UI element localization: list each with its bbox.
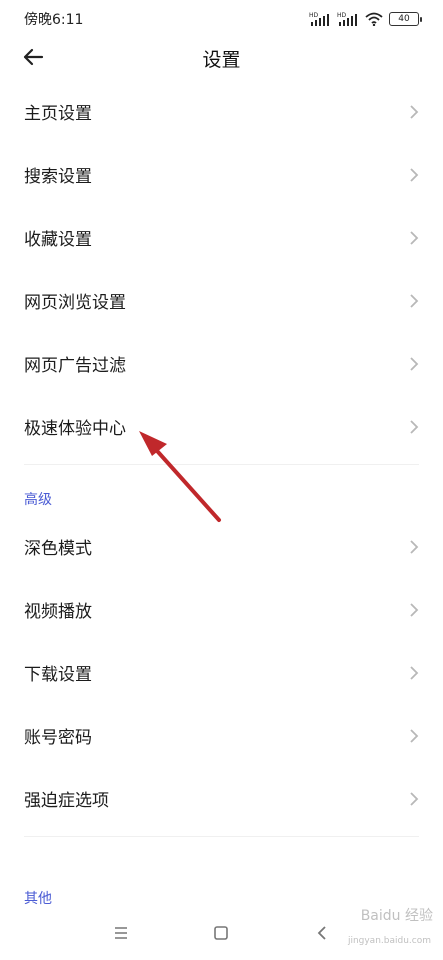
menu-button[interactable]	[111, 923, 131, 943]
chevron-right-icon	[407, 354, 421, 374]
settings-item-search[interactable]: 搜索设置	[0, 143, 443, 206]
top-bar: 设置	[0, 38, 443, 78]
home-icon	[214, 926, 228, 940]
settings-item-dark-mode[interactable]: 深色模式	[0, 515, 443, 578]
status-icons: HD HD 40	[309, 12, 422, 26]
chevron-right-icon	[407, 228, 421, 248]
chevron-right-icon	[407, 102, 421, 122]
section-divider	[24, 836, 419, 837]
settings-item-speed-center[interactable]: 极速体验中心	[0, 395, 443, 458]
chevron-right-icon	[407, 726, 421, 746]
home-button[interactable]	[211, 923, 231, 943]
settings-item-download[interactable]: 下载设置	[0, 641, 443, 704]
chevron-right-icon	[407, 537, 421, 557]
settings-item-passwords[interactable]: 账号密码	[0, 704, 443, 767]
item-label: 搜索设置	[24, 167, 92, 187]
settings-item-ocd-options[interactable]: 强迫症选项	[0, 767, 443, 830]
watermark-url: jingyan.baidu.com	[347, 936, 431, 946]
battery-icon: 40	[389, 12, 422, 26]
menu-icon	[115, 927, 127, 939]
item-label: 主页设置	[24, 104, 92, 124]
settings-item-video[interactable]: 视频播放	[0, 578, 443, 641]
item-label: 下载设置	[24, 665, 92, 685]
nav-back-button[interactable]	[312, 923, 332, 943]
item-label: 收藏设置	[24, 230, 92, 250]
section-label: 高级	[24, 492, 52, 508]
item-label: 深色模式	[24, 539, 92, 559]
signal-hd-label: HD	[309, 12, 319, 19]
back-icon	[317, 926, 326, 940]
item-label: 强迫症选项	[24, 791, 109, 811]
item-label: 视频播放	[24, 602, 92, 622]
signal-hd-label-2: HD	[337, 12, 347, 19]
settings-list: 主页设置 搜索设置 收藏设置 网页浏览设置 网页广告过滤 极速体验中心 高级 深…	[0, 80, 443, 837]
chevron-right-icon	[407, 789, 421, 809]
section-header-advanced: 高级	[0, 465, 443, 515]
settings-item-homepage[interactable]: 主页设置	[0, 80, 443, 143]
chevron-right-icon	[407, 291, 421, 311]
watermark: Baidu 经验	[360, 908, 433, 924]
chevron-right-icon	[407, 663, 421, 683]
status-time: 傍晚6:11	[24, 12, 84, 28]
chevron-right-icon	[407, 417, 421, 437]
item-label: 网页广告过滤	[24, 356, 126, 376]
settings-item-browsing[interactable]: 网页浏览设置	[0, 269, 443, 332]
signal-icon: HD	[309, 12, 329, 26]
chevron-right-icon	[407, 600, 421, 620]
back-button[interactable]	[18, 42, 48, 72]
section-label: 其他	[24, 891, 52, 907]
page-title: 设置	[202, 48, 241, 71]
item-label: 账号密码	[24, 728, 92, 748]
wifi-icon	[365, 12, 383, 26]
status-bar: 傍晚6:11 HD HD 40	[0, 0, 443, 38]
battery-level: 40	[398, 14, 410, 24]
settings-item-ad-filter[interactable]: 网页广告过滤	[0, 332, 443, 395]
item-label: 极速体验中心	[24, 419, 126, 439]
arrow-left-icon	[23, 48, 44, 66]
settings-item-favorites[interactable]: 收藏设置	[0, 206, 443, 269]
item-label: 网页浏览设置	[24, 293, 126, 313]
chevron-right-icon	[407, 165, 421, 185]
signal-icon-2: HD	[337, 12, 357, 26]
